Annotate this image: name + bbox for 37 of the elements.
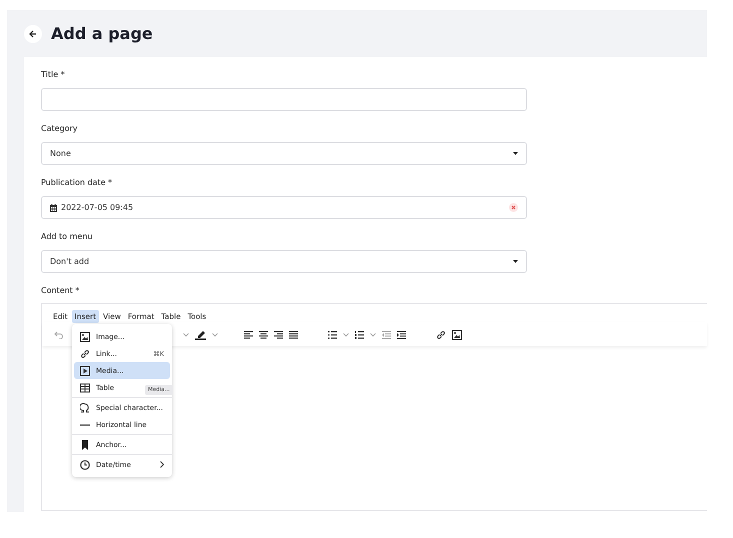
bookmark-icon (80, 440, 90, 450)
align-center-icon[interactable] (259, 331, 268, 339)
chevron-down-icon[interactable] (343, 333, 349, 337)
chevron-down-icon[interactable] (212, 333, 218, 337)
calendar-icon (50, 204, 57, 212)
numbered-list-icon[interactable] (355, 331, 364, 339)
align-left-icon[interactable] (244, 331, 253, 339)
link-icon (80, 348, 90, 358)
select-field[interactable]: None (41, 142, 527, 165)
select-field[interactable]: Don't add (41, 250, 527, 273)
clock-icon (80, 460, 90, 470)
page-title: Add a page (51, 24, 153, 43)
table-icon (80, 382, 90, 392)
field-label: Title * (41, 70, 66, 80)
highlighter-icon[interactable] (195, 330, 206, 340)
image-icon[interactable] (452, 330, 462, 340)
omega-icon (80, 402, 90, 412)
play-icon (80, 366, 90, 376)
link-icon[interactable] (436, 330, 446, 340)
bullet-list-icon[interactable] (328, 331, 337, 339)
clear-icon[interactable] (509, 203, 518, 212)
field-label: Add to menu (41, 232, 94, 242)
align-right-icon[interactable] (274, 331, 283, 339)
back-arrow-icon (29, 30, 37, 38)
image-icon (80, 332, 90, 342)
caret-down-icon (513, 152, 518, 155)
back-button[interactable] (24, 24, 42, 42)
caret-down-icon (513, 260, 518, 263)
justify-icon[interactable] (289, 331, 298, 339)
field-label: Publication date * (41, 178, 114, 188)
indent-icon[interactable] (397, 331, 406, 339)
chevron-down-icon[interactable] (183, 333, 189, 337)
chevron-down-icon[interactable] (370, 333, 376, 337)
field-label: Content * (41, 286, 80, 296)
date-field[interactable]: 2022-07-05 09:45 (41, 196, 527, 219)
field-label: Category (41, 124, 79, 134)
text-field[interactable] (41, 88, 527, 111)
